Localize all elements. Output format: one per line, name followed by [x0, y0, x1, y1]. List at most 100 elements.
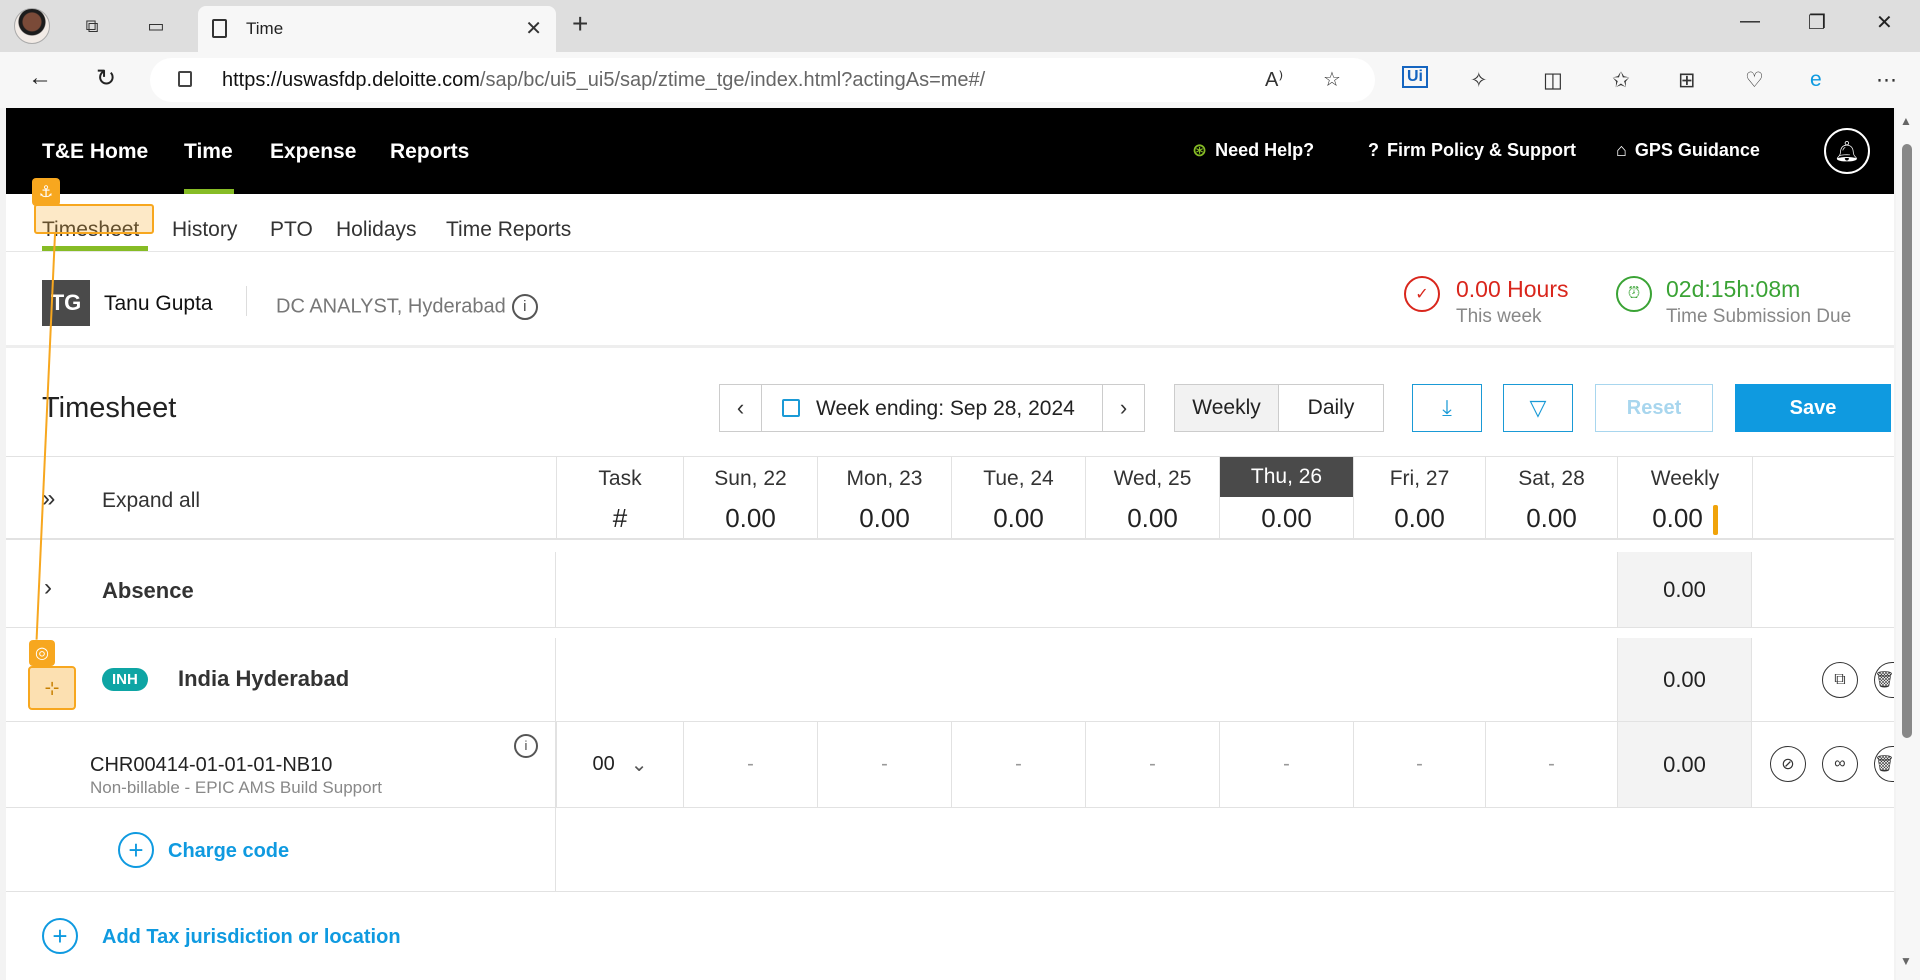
need-help-link[interactable]: ⊛ Need Help? — [1192, 140, 1314, 161]
tab-time-reports[interactable]: Time Reports — [446, 218, 571, 242]
download-button[interactable]: ⤓ — [1412, 384, 1482, 432]
day-column-wed[interactable]: Wed, 25 0.00 — [1085, 457, 1219, 539]
hours-cell-fri[interactable]: - — [1353, 722, 1485, 807]
hours-cell-tue[interactable]: - — [951, 722, 1085, 807]
page-icon — [212, 19, 227, 38]
delete-icon[interactable]: 🗑︎ — [1874, 662, 1895, 698]
target-icon: ◎ — [29, 640, 55, 666]
filter-button[interactable]: ▽ — [1503, 384, 1573, 432]
nav-expense[interactable]: Expense — [270, 140, 356, 164]
edge-icon[interactable]: e — [1810, 68, 1822, 92]
hours-cell-wed[interactable]: - — [1085, 722, 1219, 807]
top-navigation: T&E Home Time Expense Reports ⊛ Need Help… — [6, 108, 1894, 194]
add-charge-code-link[interactable]: Charge code — [168, 840, 289, 863]
scrollbar-thumb[interactable] — [1902, 144, 1912, 738]
add-charge-code-row: + Charge code — [6, 808, 1894, 892]
nav-reports[interactable]: Reports — [390, 140, 469, 164]
nav-time[interactable]: Time — [184, 140, 233, 164]
scroll-up-icon[interactable]: ▲ — [1900, 114, 1912, 128]
back-icon[interactable]: ← — [28, 64, 52, 92]
location-weekly-total: 0.00 — [1617, 638, 1752, 721]
location-lead: INH India Hyderabad — [6, 638, 556, 721]
location-label: India Hyderabad — [178, 666, 350, 691]
expand-all-label[interactable]: Expand all — [102, 489, 200, 513]
gps-guidance-link[interactable]: ⌂ GPS Guidance — [1616, 140, 1760, 161]
read-aloud-icon[interactable]: A⁾ — [1265, 67, 1283, 92]
add-charge-code-icon[interactable]: + — [118, 832, 154, 868]
task-select[interactable]: 00 ⌄ — [556, 722, 683, 807]
location-row[interactable]: INH India Hyderabad 0.00 ⧉ 🗑︎ — [6, 638, 1895, 722]
extensions-icon[interactable]: ✧ — [1470, 68, 1488, 93]
minimize-icon[interactable]: — — [1740, 10, 1760, 33]
split-screen-icon[interactable]: ◫ — [1543, 68, 1563, 93]
reset-button[interactable]: Reset — [1595, 384, 1713, 432]
filter-icon: ▽ — [1529, 395, 1547, 420]
weekly-column-header: Weekly 0.00 — [1617, 457, 1752, 539]
close-tab-icon[interactable]: ✕ — [525, 16, 542, 41]
info-icon[interactable]: i — [514, 734, 538, 758]
lock-icon — [178, 71, 192, 87]
hours-value: 0.00 Hours — [1456, 276, 1569, 302]
tab-title: Time — [246, 19, 284, 38]
user-name: Tanu Gupta — [104, 292, 213, 315]
hours-cell-thu[interactable]: - — [1219, 722, 1353, 807]
info-icon[interactable]: i — [511, 294, 538, 320]
day-column-tue[interactable]: Tue, 24 0.00 — [951, 457, 1085, 539]
collections-icon[interactable]: ⊞ — [1678, 68, 1696, 93]
hours-cell-mon[interactable]: - — [817, 722, 951, 807]
uipath-extension-icon[interactable]: Ui — [1402, 66, 1428, 88]
new-tab-icon[interactable]: + — [572, 8, 588, 40]
copy-icon[interactable]: ⧉ — [1822, 662, 1858, 698]
calendar-icon[interactable] — [782, 399, 800, 417]
daily-view-button[interactable]: Daily — [1279, 385, 1383, 431]
download-icon: ⤓ — [1442, 395, 1452, 420]
absence-label: Absence — [102, 578, 194, 603]
tab-history[interactable]: History — [172, 218, 237, 242]
alarm-clock-icon: ⏰︎ — [1616, 276, 1652, 312]
browser-essentials-icon[interactable]: ♡ — [1745, 68, 1764, 93]
favorites-icon[interactable]: ✩ — [1612, 68, 1630, 93]
tab-actions-icon[interactable]: ▭ — [140, 10, 172, 42]
chevron-right-icon[interactable]: › — [44, 574, 52, 602]
close-window-icon[interactable]: ✕ — [1876, 10, 1893, 35]
prev-week-button[interactable]: ‹ — [720, 385, 762, 431]
day-column-sun[interactable]: Sun, 22 0.00 — [683, 457, 817, 539]
profile-avatar[interactable] — [14, 8, 50, 44]
restore-icon[interactable]: ❐ — [1808, 10, 1826, 35]
firm-policy-link[interactable]: ? Firm Policy & Support — [1368, 140, 1576, 161]
charge-code-row[interactable]: CHR00414-01-01-01-NB10 Non-billable - EP… — [6, 722, 1895, 808]
scrollbar[interactable]: ▲ ▼ — [1896, 108, 1920, 980]
day-column-thu[interactable]: Thu, 26 0.00 — [1219, 457, 1353, 539]
weekly-indicator — [1712, 505, 1718, 536]
favorite-star-icon[interactable]: ☆ — [1323, 67, 1341, 92]
add-tax-link[interactable]: Add Tax jurisdiction or location — [102, 926, 401, 949]
tab-holidays[interactable]: Holidays — [336, 218, 417, 242]
day-column-sat[interactable]: Sat, 28 0.00 — [1485, 457, 1617, 539]
nav-te-home[interactable]: T&E Home — [42, 140, 148, 164]
add-tax-icon[interactable]: + — [42, 918, 78, 954]
chevron-down-icon: ⌄ — [630, 754, 648, 776]
browser-toolbar: ← ↻ https://uswasfdp.deloitte.com/sap/bc… — [0, 52, 1920, 108]
workspaces-icon[interactable]: ⧉ — [76, 10, 108, 42]
hours-cell-sat[interactable]: - — [1485, 722, 1617, 807]
absence-row[interactable]: › Absence 0.00 — [6, 552, 1894, 628]
address-bar[interactable]: https://uswasfdp.deloitte.com/sap/bc/ui5… — [150, 58, 1375, 102]
next-week-button[interactable]: › — [1102, 385, 1144, 431]
scroll-down-icon[interactable]: ▼ — [1900, 954, 1912, 968]
delete-icon[interactable]: 🗑︎ — [1874, 746, 1895, 782]
week-label[interactable]: Week ending: Sep 28, 2024 — [816, 397, 1075, 421]
weekly-view-button[interactable]: Weekly — [1175, 385, 1279, 431]
more-menu-icon[interactable]: ⋯ — [1876, 68, 1897, 93]
day-column-mon[interactable]: Mon, 23 0.00 — [817, 457, 951, 539]
charge-weekly-total: 0.00 — [1617, 722, 1752, 807]
day-column-fri[interactable]: Fri, 27 0.00 — [1353, 457, 1485, 539]
refresh-icon[interactable]: ↻ — [96, 64, 116, 93]
no-billing-icon[interactable]: ⊘ — [1770, 746, 1806, 782]
save-button[interactable]: Save — [1735, 384, 1891, 432]
due-label: Time Submission Due — [1666, 306, 1852, 327]
link-icon[interactable]: ∞ — [1822, 746, 1858, 782]
tab-pto[interactable]: PTO — [270, 218, 313, 242]
notification-bell-icon[interactable]: 🔔︎ — [1824, 128, 1870, 174]
hours-cell-sun[interactable]: - — [683, 722, 817, 807]
browser-tab[interactable]: Time ✕ — [198, 6, 556, 52]
